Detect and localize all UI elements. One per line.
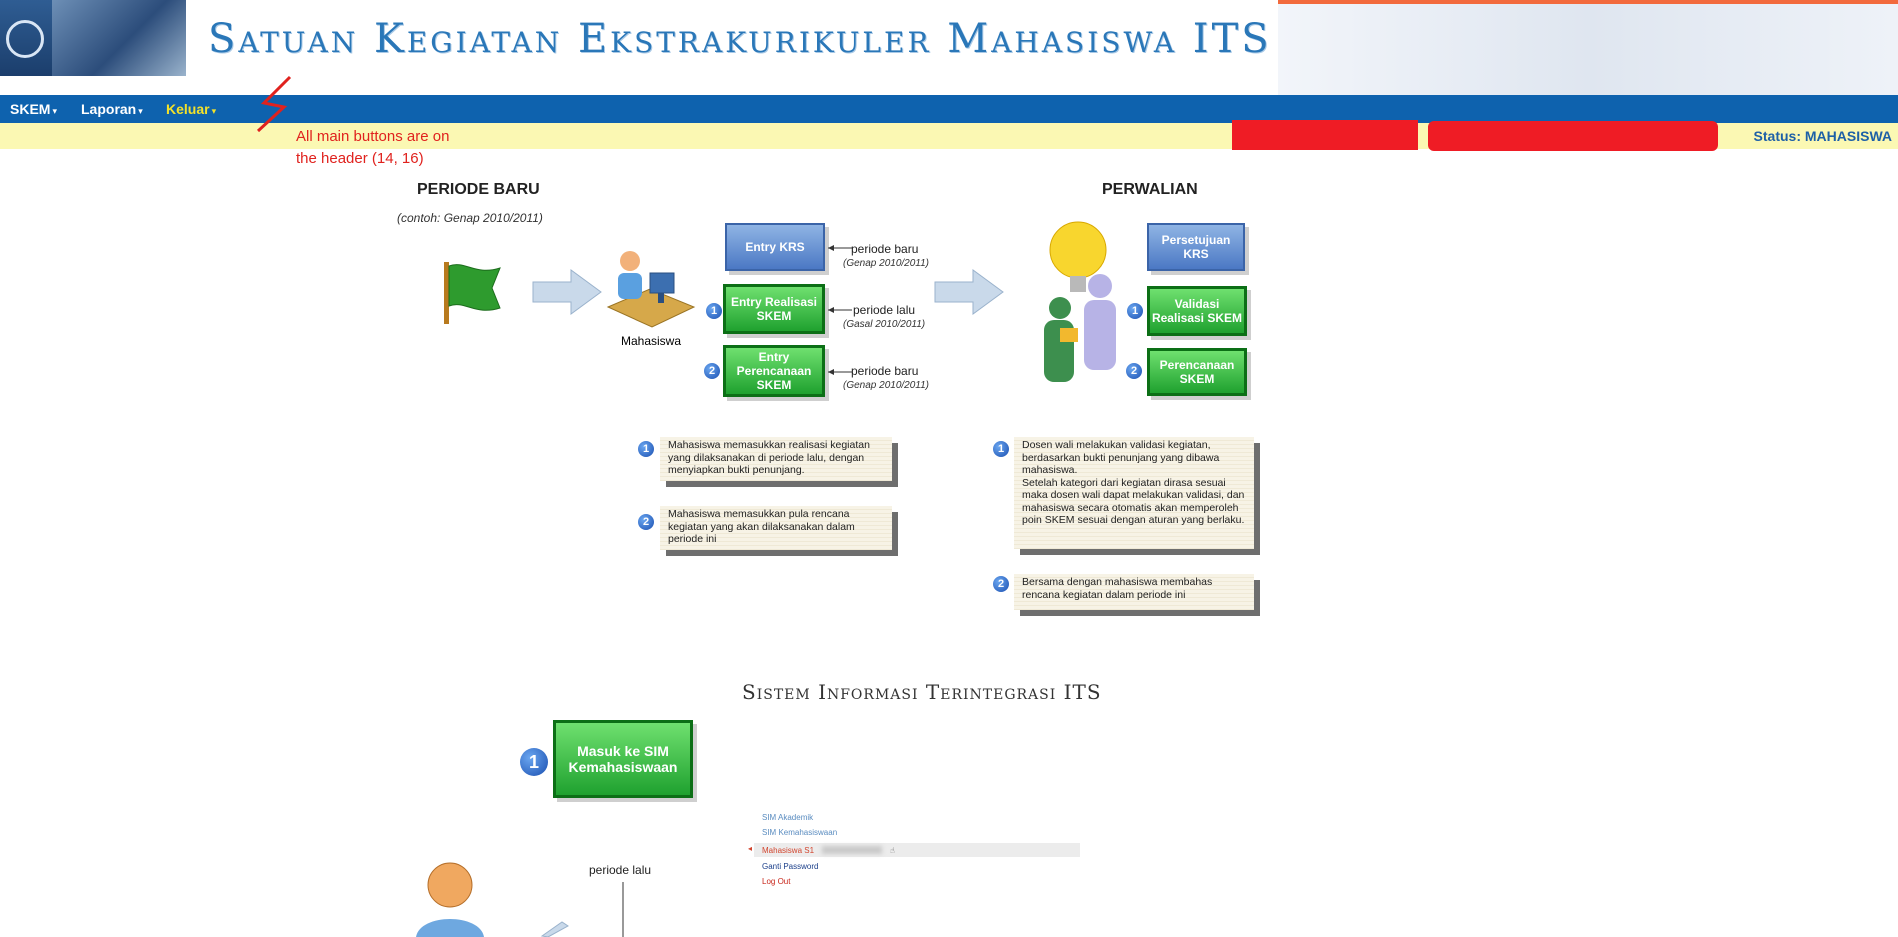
validasi-label: Validasi Realisasi SKEM [1151, 297, 1243, 325]
annotation-line-2: the header (14, 16) [296, 150, 424, 167]
period-label-1: periode baru [851, 242, 919, 256]
period-sub-1: (Genap 2010/2011) [843, 258, 929, 269]
chevron-down-icon: ▾ [138, 106, 143, 116]
arrow-right-icon [934, 269, 1004, 315]
logo-emblem-icon [6, 20, 44, 58]
step-2-icon: 2 [993, 576, 1009, 592]
period-label-2: periode lalu [853, 303, 916, 317]
lightning-annotation-icon [256, 75, 292, 133]
step-1-icon: 1 [638, 441, 654, 457]
validasi-realisasi-skem-button[interactable]: Validasi Realisasi SKEM [1147, 286, 1247, 336]
mahasiswa-label: Mahasiswa [621, 334, 682, 348]
persetujuan-krs-button[interactable]: Persetujuan KRS [1147, 223, 1245, 271]
note-left-2: Mahasiswa memasukkan pula rencana kegiat… [660, 506, 892, 550]
student-avatar-icon [416, 862, 484, 937]
perencanaan-skem-button[interactable]: Perencanaan SKEM [1147, 348, 1247, 396]
step-2-icon: 2 [704, 363, 720, 379]
step-1-icon: 1 [520, 748, 548, 776]
periode-lalu-label: periode lalu [589, 863, 652, 877]
note-right-2: Bersama dengan mahasiswa membahas rencan… [1014, 574, 1254, 610]
sim-menu: SIM Akademik SIM Kemahasiswaan ◂ Mahasis… [748, 810, 1080, 892]
arrow-right-icon [532, 269, 602, 315]
entry-realisasi-label: Entry Realisasi SKEM [730, 295, 818, 323]
nav-keluar[interactable]: Keluar ▾ [166, 95, 216, 123]
period-sub-2: (Gasal 2010/2011) [843, 319, 926, 330]
periode-baru-example: (contoh: Genap 2010/2011) [397, 211, 543, 225]
note-left-1: Mahasiswa memasukkan realisasi kegiatan … [660, 437, 892, 481]
sim-button-label: Masuk ke SIM Kemahasiswaan [568, 743, 678, 775]
green-flag-icon [444, 262, 501, 324]
step-2-icon: 2 [1126, 363, 1142, 379]
banner-gradient [1278, 0, 1898, 95]
nav-keluar-label: Keluar [166, 101, 210, 117]
annotation-note: All main buttons are on the header (14, … [296, 126, 449, 170]
menu-ganti-password[interactable]: Ganti Password [762, 862, 818, 871]
nav-skem-label: SKEM [10, 101, 51, 117]
nav-laporan[interactable]: Laporan ▾ [81, 95, 143, 123]
device-icon [540, 921, 569, 937]
entry-perencanaan-skem-button[interactable]: Entry Perencanaan SKEM [723, 345, 825, 397]
perwalian-heading: PERWALIAN [1102, 181, 1198, 198]
banner-photo [52, 0, 186, 76]
persetujuan-krs-label: Persetujuan KRS [1161, 233, 1231, 261]
nav-skem[interactable]: SKEM ▾ [10, 95, 57, 123]
menu-log-out[interactable]: Log Out [762, 877, 790, 886]
sit-title: Sistem Informasi Terintegrasi ITS [742, 680, 1102, 704]
chevron-down-icon: ▾ [211, 106, 217, 116]
entry-perencanaan-label: Entry Perencanaan SKEM [736, 350, 812, 392]
menu-mahasiswa-s1[interactable]: Mahasiswa S1 [762, 846, 814, 855]
periode-baru-heading: PERIODE BARU [417, 181, 540, 198]
site-title: Satuan Kegiatan Ekstrakurikuler Mahasisw… [208, 16, 1272, 62]
period-label-3: periode baru [851, 364, 919, 378]
step-1-icon: 1 [993, 441, 1009, 457]
redaction-block [1232, 120, 1418, 150]
blurred-text [822, 846, 882, 854]
perencanaan-label: Perencanaan SKEM [1159, 358, 1235, 386]
period-sub-3: (Genap 2010/2011) [843, 380, 929, 391]
menu-sim-akademik[interactable]: SIM Akademik [762, 813, 813, 822]
entry-realisasi-skem-button[interactable]: Entry Realisasi SKEM [723, 284, 825, 334]
note-right-1-para-1: Dosen wali melakukan validasi kegiatan, … [1022, 439, 1220, 476]
step-2-icon: 2 [638, 514, 654, 530]
mahasiswa-at-computer-icon [606, 251, 696, 328]
lightbulb-advisor-icon [1044, 221, 1116, 382]
cursor-icon: ☝ [890, 846, 895, 855]
chevron-down-icon: ▾ [52, 106, 57, 116]
selected-marker-icon: ◂ [748, 844, 753, 853]
entry-krs-button[interactable]: Entry KRS [725, 223, 825, 271]
note-right-1: Dosen wali melakukan validasi kegiatan, … [1014, 437, 1254, 549]
note-right-1-para-2: Setelah kategori dari kegiatan dirasa se… [1022, 476, 1245, 527]
step-1-icon: 1 [706, 303, 722, 319]
masuk-sim-kemahasiswaan-button[interactable]: Masuk ke SIM Kemahasiswaan [553, 720, 693, 798]
menu-sim-kemahasiswaan[interactable]: SIM Kemahasiswaan [762, 828, 837, 837]
entry-krs-label: Entry KRS [745, 240, 805, 254]
down-arrow-icon [622, 882, 624, 937]
step-1-icon: 1 [1127, 303, 1143, 319]
nav-laporan-label: Laporan [81, 101, 137, 117]
user-status: Status: MAHASISWA [1753, 128, 1892, 144]
redaction-block [1428, 121, 1718, 151]
banner-accent-line [1278, 0, 1898, 4]
annotation-line-1: All main buttons are on [296, 128, 450, 145]
